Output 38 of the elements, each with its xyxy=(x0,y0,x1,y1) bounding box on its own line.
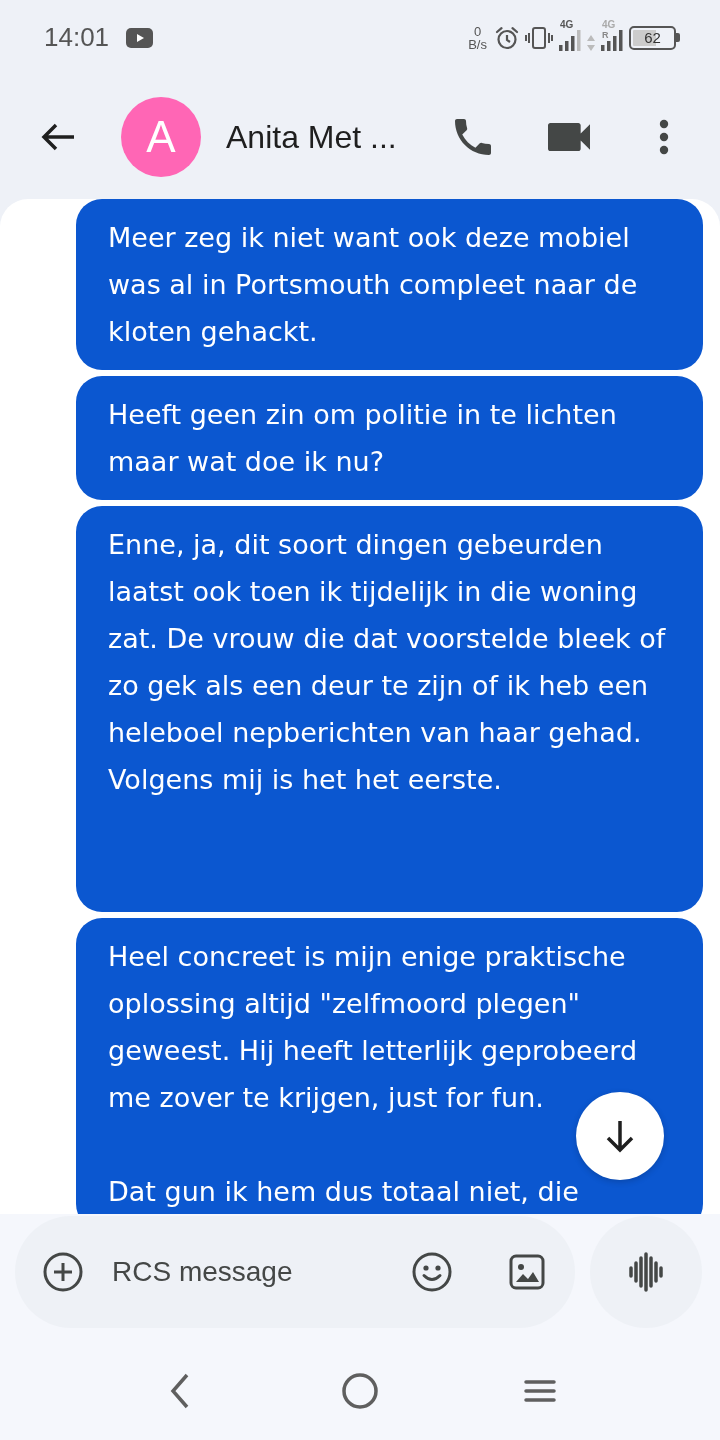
menu-lines-icon xyxy=(524,1379,556,1403)
message-bubble: Heeft geen zin om politie in te lichten maar wat doe ik nu? xyxy=(76,376,703,500)
plus-circle-icon xyxy=(43,1252,83,1292)
alarm-clock-icon xyxy=(495,25,519,50)
voice-call-button[interactable] xyxy=(455,119,491,155)
battery-indicator: 62 xyxy=(629,25,680,50)
waveform-icon xyxy=(629,1252,663,1292)
smiley-icon xyxy=(412,1252,452,1292)
video-call-button[interactable] xyxy=(548,123,590,151)
vibrate-icon xyxy=(525,26,553,49)
status-time: 14:01 xyxy=(44,22,110,53)
roaming-label: R xyxy=(602,30,609,40)
more-vertical-icon xyxy=(659,119,669,155)
back-arrow-icon xyxy=(40,122,76,152)
signal-icon xyxy=(559,29,581,51)
message-input[interactable]: RCS message xyxy=(112,1252,392,1292)
net-speed-value: 0 xyxy=(474,24,482,38)
gallery-button[interactable] xyxy=(509,1254,545,1290)
message-bubble: Enne, ja, dit soort dingen gebeurden laatst ook toen ik tijdelijk in die woning zat. De vrouw die dat voorstelde bleek of zo gek als een deur te zijn of ik heb een heleboel nepberichten van haar gehad. Volgens mij is het het eerste. xyxy=(76,506,703,912)
net-speed-unit: B/s xyxy=(468,37,487,51)
phone-icon xyxy=(455,119,491,155)
emoji-button[interactable] xyxy=(412,1252,452,1292)
data-arrows-icon xyxy=(587,34,595,51)
network-type-label: 4G xyxy=(560,18,574,30)
home-circle-icon xyxy=(342,1373,378,1409)
contact-name[interactable]: Anita Met ... xyxy=(226,118,397,156)
more-options-button[interactable] xyxy=(659,119,669,155)
image-icon xyxy=(509,1254,545,1290)
message-bubble: Heel concreet is mijn enige praktische oplossing altijd "zelfmoord plegen" geweest. Hij heeft letterlijk geprobeerd me zover te krijgen, just for fun. Dat gun ik hem dus totaal niet, die xyxy=(76,918,703,1214)
network-type-label: 4G xyxy=(602,18,616,30)
video-camera-icon xyxy=(548,123,590,151)
attach-button[interactable] xyxy=(43,1252,83,1292)
signal-icon xyxy=(601,29,623,51)
chevron-left-icon xyxy=(170,1373,190,1409)
back-button[interactable] xyxy=(40,122,76,152)
video-play-icon xyxy=(126,27,154,48)
message-bubble: Meer zeg ik niet want ook deze mobiel was al in Portsmouth compleet naar de kloten gehackt. xyxy=(76,199,703,370)
down-arrow-icon xyxy=(605,1119,635,1153)
